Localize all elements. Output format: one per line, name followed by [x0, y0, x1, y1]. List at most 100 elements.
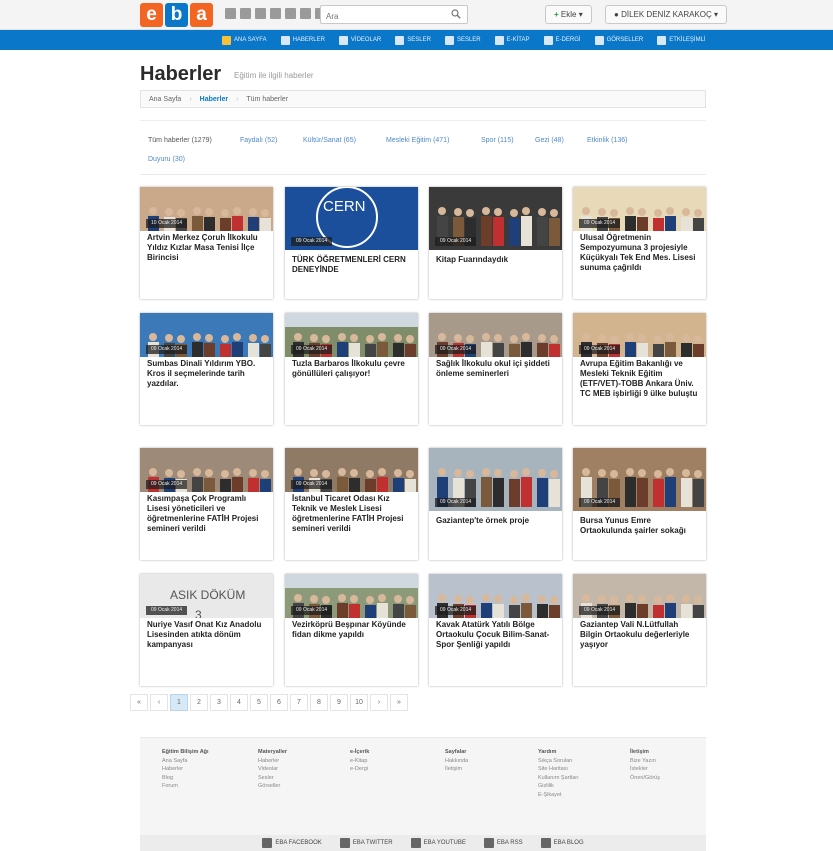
- category-tab[interactable]: Kültür/Sanat (65): [303, 137, 356, 144]
- footer-link[interactable]: Haberler: [162, 765, 209, 774]
- news-thumbnail[interactable]: 10 Ocak 2014: [140, 187, 273, 231]
- add-button[interactable]: + Ekle ▾: [545, 5, 592, 24]
- footer-link[interactable]: e-Dergi: [350, 765, 369, 774]
- category-tab[interactable]: Faydalı (52): [240, 137, 277, 144]
- page-link[interactable]: 9: [330, 694, 348, 711]
- nav-item-6[interactable]: E-DERGİ: [543, 35, 581, 45]
- page-link[interactable]: 7: [290, 694, 308, 711]
- footer-link[interactable]: Videolar: [258, 765, 287, 774]
- footer-link[interactable]: Blog: [162, 774, 209, 783]
- news-card[interactable]: 09 Ocak 2014 Kavak Atatürk Yatılı Bölge O…: [429, 574, 562, 686]
- news-title[interactable]: İstanbul Ticaret Odası Kız Teknik ve Mes…: [292, 494, 412, 534]
- social-link[interactable]: EBA YOUTUBE: [410, 838, 466, 848]
- news-title[interactable]: Artvin Merkez Çoruh İlkokulu Yıldız Kızl…: [147, 233, 267, 263]
- footer-link[interactable]: Haberler: [258, 757, 287, 766]
- nav-item-2[interactable]: VİDEOLAR: [338, 35, 381, 45]
- nav-item-0[interactable]: ANA SAYFA: [222, 35, 267, 45]
- news-card[interactable]: 09 Ocak 2014 Gaziantep Vali N.Lütfullah B…: [573, 574, 706, 686]
- news-card[interactable]: CERN 09 Ocak 2014 TÜRK ÖĞRETMENLERİ CERN D…: [285, 187, 418, 299]
- news-card[interactable]: 09 Ocak 2014 Bursa Yunus Emre Ortaokulund…: [573, 448, 706, 560]
- footer-link[interactable]: Sıkça Sorulan: [538, 757, 579, 766]
- news-title[interactable]: Kitap Fuarındaydık: [436, 255, 556, 265]
- page-link[interactable]: 6: [270, 694, 288, 711]
- news-thumbnail[interactable]: 09 Ocak 2014: [429, 574, 562, 618]
- news-title[interactable]: Gaziantep'te örnek proje: [436, 516, 556, 526]
- news-card[interactable]: 09 Ocak 2014 Avrupa Eğitim Bakanlığı ve M…: [573, 313, 706, 425]
- search-icon[interactable]: [451, 9, 461, 19]
- social-link[interactable]: EBA TWITTER: [339, 838, 393, 848]
- news-title[interactable]: Kasımpaşa Çok Programlı Lisesi yöneticil…: [147, 494, 267, 534]
- news-card[interactable]: 10 Ocak 2014 Artvin Merkez Çoruh İlkokulu…: [140, 187, 273, 299]
- social-link[interactable]: EBA BLOG: [540, 838, 584, 848]
- mail-icon[interactable]: [270, 8, 281, 19]
- page-link[interactable]: 8: [310, 694, 328, 711]
- news-thumbnail[interactable]: 09 Ocak 2014: [140, 313, 273, 357]
- news-thumbnail[interactable]: ASIK DÖKÜM 3 09 Ocak 2014: [140, 574, 273, 618]
- news-thumbnail[interactable]: 09 Ocak 2014: [573, 313, 706, 357]
- news-card[interactable]: 09 Ocak 2014 Sumbas Dinali Yıldırım YBO. …: [140, 313, 273, 425]
- footer-link[interactable]: Bize Yazın: [630, 757, 660, 766]
- news-title[interactable]: Sağlık İlkokulu okul içi şiddeti önleme …: [436, 359, 556, 379]
- footer-link[interactable]: Sesler: [258, 774, 287, 783]
- page-link[interactable]: «: [130, 694, 148, 711]
- news-title[interactable]: Gaziantep Vali N.Lütfullah Bilgin Ortaok…: [580, 620, 700, 650]
- news-title[interactable]: TÜRK ÖĞRETMENLERİ CERN DENEYİNDE: [292, 255, 412, 275]
- social-link[interactable]: EBA FACEBOOK: [262, 838, 322, 848]
- category-tab[interactable]: Mesleki Eğitim (471): [386, 137, 449, 144]
- news-card[interactable]: 09 Ocak 2014 Sağlık İlkokulu okul içi şid…: [429, 313, 562, 425]
- page-link[interactable]: 1: [170, 694, 188, 711]
- news-card[interactable]: 09 Ocak 2014 Kitap Fuarındaydık: [429, 187, 562, 299]
- news-thumbnail[interactable]: CERN 09 Ocak 2014: [285, 187, 418, 250]
- breadcrumb-news[interactable]: Haberler: [192, 96, 236, 103]
- footer-link[interactable]: İletişim: [445, 765, 468, 774]
- news-thumbnail[interactable]: 09 Ocak 2014: [429, 448, 562, 511]
- footer-link[interactable]: Kullanım Şartları: [538, 774, 579, 783]
- page-link[interactable]: 5: [250, 694, 268, 711]
- page-link[interactable]: ‹: [150, 694, 168, 711]
- news-title[interactable]: Kavak Atatürk Yatılı Bölge Ortaokulu Çoc…: [436, 620, 556, 650]
- footer-link[interactable]: Gizlilik: [538, 782, 579, 791]
- category-tab[interactable]: Gezi (48): [535, 137, 564, 144]
- social-link[interactable]: EBA RSS: [483, 838, 523, 848]
- grid-icon[interactable]: [240, 8, 251, 19]
- page-link[interactable]: 3: [210, 694, 228, 711]
- news-thumbnail[interactable]: 09 Ocak 2014: [140, 448, 273, 492]
- nav-item-4[interactable]: SESLER: [444, 35, 481, 45]
- news-card[interactable]: 09 Ocak 2014 Tuzla Barbaros İlkokulu çevr…: [285, 313, 418, 425]
- category-tab[interactable]: Etkinlik (136): [587, 137, 627, 144]
- nav-item-8[interactable]: ETKİLEŞİMLİ: [657, 35, 706, 45]
- nav-item-3[interactable]: SESLER: [395, 35, 431, 45]
- calendar-icon[interactable]: [255, 8, 266, 19]
- page-link[interactable]: »: [390, 694, 408, 711]
- news-card[interactable]: 09 Ocak 2014 Vezirköprü Beşpınar Köyünde …: [285, 574, 418, 686]
- footer-link[interactable]: E-Şikayet: [538, 791, 579, 800]
- search-input[interactable]: [321, 8, 441, 25]
- breadcrumb-home[interactable]: Ana Sayfa: [141, 96, 189, 103]
- nav-item-5[interactable]: E-KİTAP: [494, 35, 530, 45]
- category-tab[interactable]: Spor (115): [481, 137, 514, 144]
- news-thumbnail[interactable]: 09 Ocak 2014: [285, 448, 418, 492]
- footer-link[interactable]: Ana Sayfa: [162, 757, 209, 766]
- news-card[interactable]: 09 Ocak 2014 İstanbul Ticaret Odası Kız T…: [285, 448, 418, 560]
- footer-link[interactable]: Site Haritası: [538, 765, 579, 774]
- news-thumbnail[interactable]: 09 Ocak 2014: [429, 187, 562, 250]
- news-thumbnail[interactable]: 09 Ocak 2014: [573, 448, 706, 511]
- news-title[interactable]: Vezirköprü Beşpınar Köyünde fidan dikme …: [292, 620, 412, 640]
- category-tab[interactable]: Duyuru (30): [148, 156, 185, 163]
- eba-logo[interactable]: e b a: [140, 3, 213, 27]
- category-tab[interactable]: Tüm haberler (1279): [148, 137, 212, 144]
- footer-link[interactable]: Forum: [162, 782, 209, 791]
- news-thumbnail[interactable]: 09 Ocak 2014: [429, 313, 562, 357]
- footer-link[interactable]: Hakkında: [445, 757, 468, 766]
- news-card[interactable]: 09 Ocak 2014 Ulusal Öğretmenin Sempozyumu…: [573, 187, 706, 299]
- news-card[interactable]: 09 Ocak 2014 Kasımpaşa Çok Programlı Lise…: [140, 448, 273, 560]
- footer-link[interactable]: e-Kitap: [350, 757, 369, 766]
- footer-link[interactable]: İstekler: [630, 765, 660, 774]
- footer-link[interactable]: Görseller: [258, 782, 287, 791]
- twitter-icon[interactable]: [300, 8, 311, 19]
- facebook-icon[interactable]: [285, 8, 296, 19]
- nav-item-1[interactable]: HABERLER: [280, 35, 325, 45]
- page-link[interactable]: 4: [230, 694, 248, 711]
- news-thumbnail[interactable]: 09 Ocak 2014: [285, 313, 418, 357]
- news-thumbnail[interactable]: 09 Ocak 2014: [285, 574, 418, 618]
